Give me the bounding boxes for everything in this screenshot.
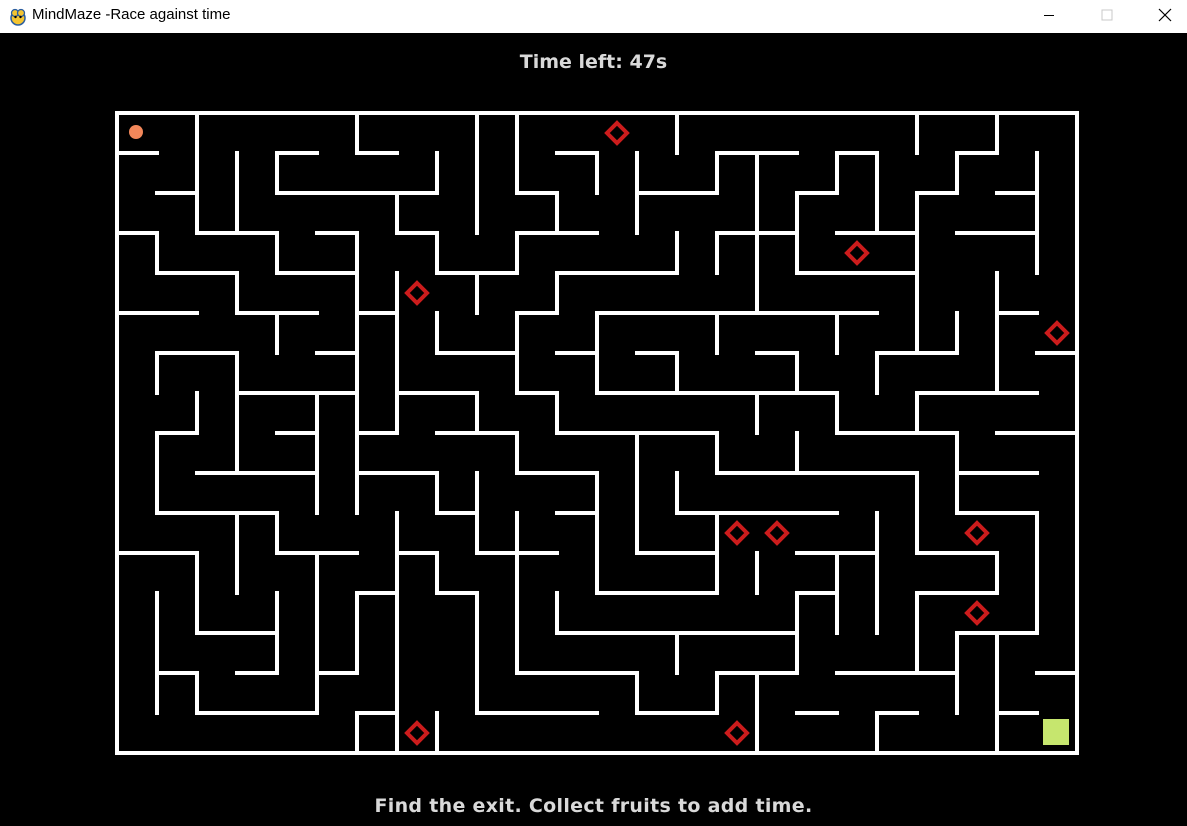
fruit-icon	[724, 520, 750, 546]
fruit-icon	[964, 520, 990, 546]
fruit-icon	[844, 240, 870, 266]
maximize-icon	[1101, 9, 1113, 20]
maze-board	[115, 111, 1079, 755]
maze-walls	[115, 111, 1079, 755]
fruit-icon	[404, 280, 430, 306]
instruction-text: Find the exit. Collect fruits to add tim…	[374, 795, 813, 817]
fruit-icon	[724, 720, 750, 746]
minimize-icon	[1044, 14, 1054, 16]
maximize-button[interactable]	[1078, 0, 1136, 29]
close-button[interactable]	[1136, 0, 1187, 29]
exit-tile	[1043, 719, 1069, 745]
game-canvas[interactable]: Time left: 47s Find the exit. Collect fr…	[0, 33, 1187, 826]
fruit-icon	[1044, 320, 1070, 346]
fruit-icon	[404, 720, 430, 746]
fruit-icon	[764, 520, 790, 546]
player-marker	[129, 125, 143, 139]
fruit-icon	[964, 600, 990, 626]
title-bar: MindMaze -Race against time	[0, 0, 1187, 33]
minimize-button[interactable]	[1020, 0, 1078, 29]
fruit-icon	[604, 120, 630, 146]
pygame-snake-icon	[8, 6, 28, 26]
close-icon	[1158, 8, 1172, 21]
window-title: MindMaze -Race against time	[32, 6, 231, 23]
